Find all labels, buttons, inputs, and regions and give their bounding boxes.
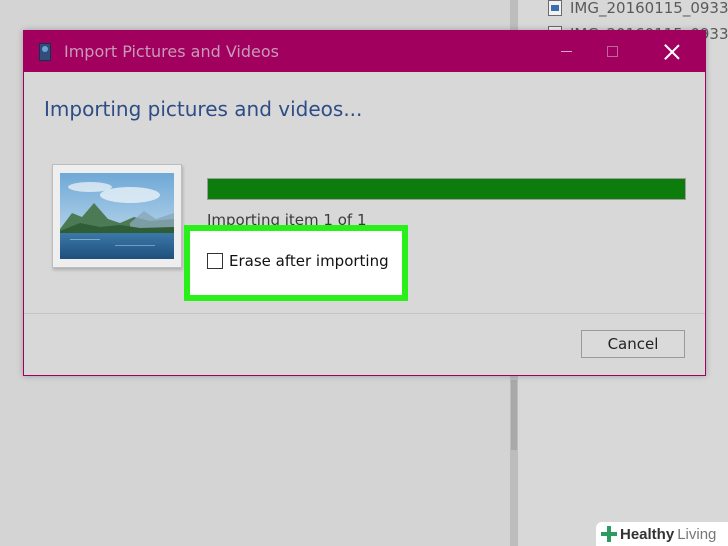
scrollbar-thumb[interactable] bbox=[511, 380, 517, 450]
checkbox-label[interactable]: Erase after importing bbox=[229, 252, 389, 270]
watermark-text-2: Living bbox=[677, 525, 717, 543]
erase-after-importing-checkbox[interactable]: Erase after importing bbox=[207, 252, 389, 270]
file-item[interactable]: IMG_20160115_093346 bbox=[548, 0, 728, 18]
import-progress-bar bbox=[207, 178, 686, 200]
title-bar[interactable]: Import Pictures and Videos bbox=[24, 31, 705, 72]
cancel-button[interactable]: Cancel bbox=[581, 330, 685, 358]
maximize-icon bbox=[606, 46, 618, 57]
maximize-button[interactable] bbox=[589, 31, 635, 72]
landscape-image bbox=[60, 173, 174, 259]
import-dialog: Import Pictures and Videos Importing pic… bbox=[23, 30, 706, 376]
plus-logo-icon bbox=[600, 525, 618, 543]
highlight-box: Erase after importing bbox=[184, 225, 408, 301]
close-button[interactable] bbox=[649, 31, 695, 72]
watermark: Healthy Living bbox=[596, 522, 728, 546]
footer-divider bbox=[24, 313, 705, 314]
checkbox-icon[interactable] bbox=[207, 253, 223, 269]
file-name: IMG_20160115_093346 bbox=[570, 0, 728, 17]
page-title: Importing pictures and videos... bbox=[44, 97, 363, 121]
photo-thumbnail bbox=[52, 164, 182, 268]
minimize-icon bbox=[560, 51, 572, 52]
minimize-button[interactable] bbox=[543, 31, 589, 72]
progress-fill bbox=[208, 179, 685, 199]
window-title: Import Pictures and Videos bbox=[64, 42, 279, 61]
close-icon bbox=[664, 44, 680, 60]
camera-icon bbox=[38, 42, 52, 61]
watermark-text-1: Healthy bbox=[620, 525, 675, 543]
image-file-icon bbox=[548, 0, 562, 16]
